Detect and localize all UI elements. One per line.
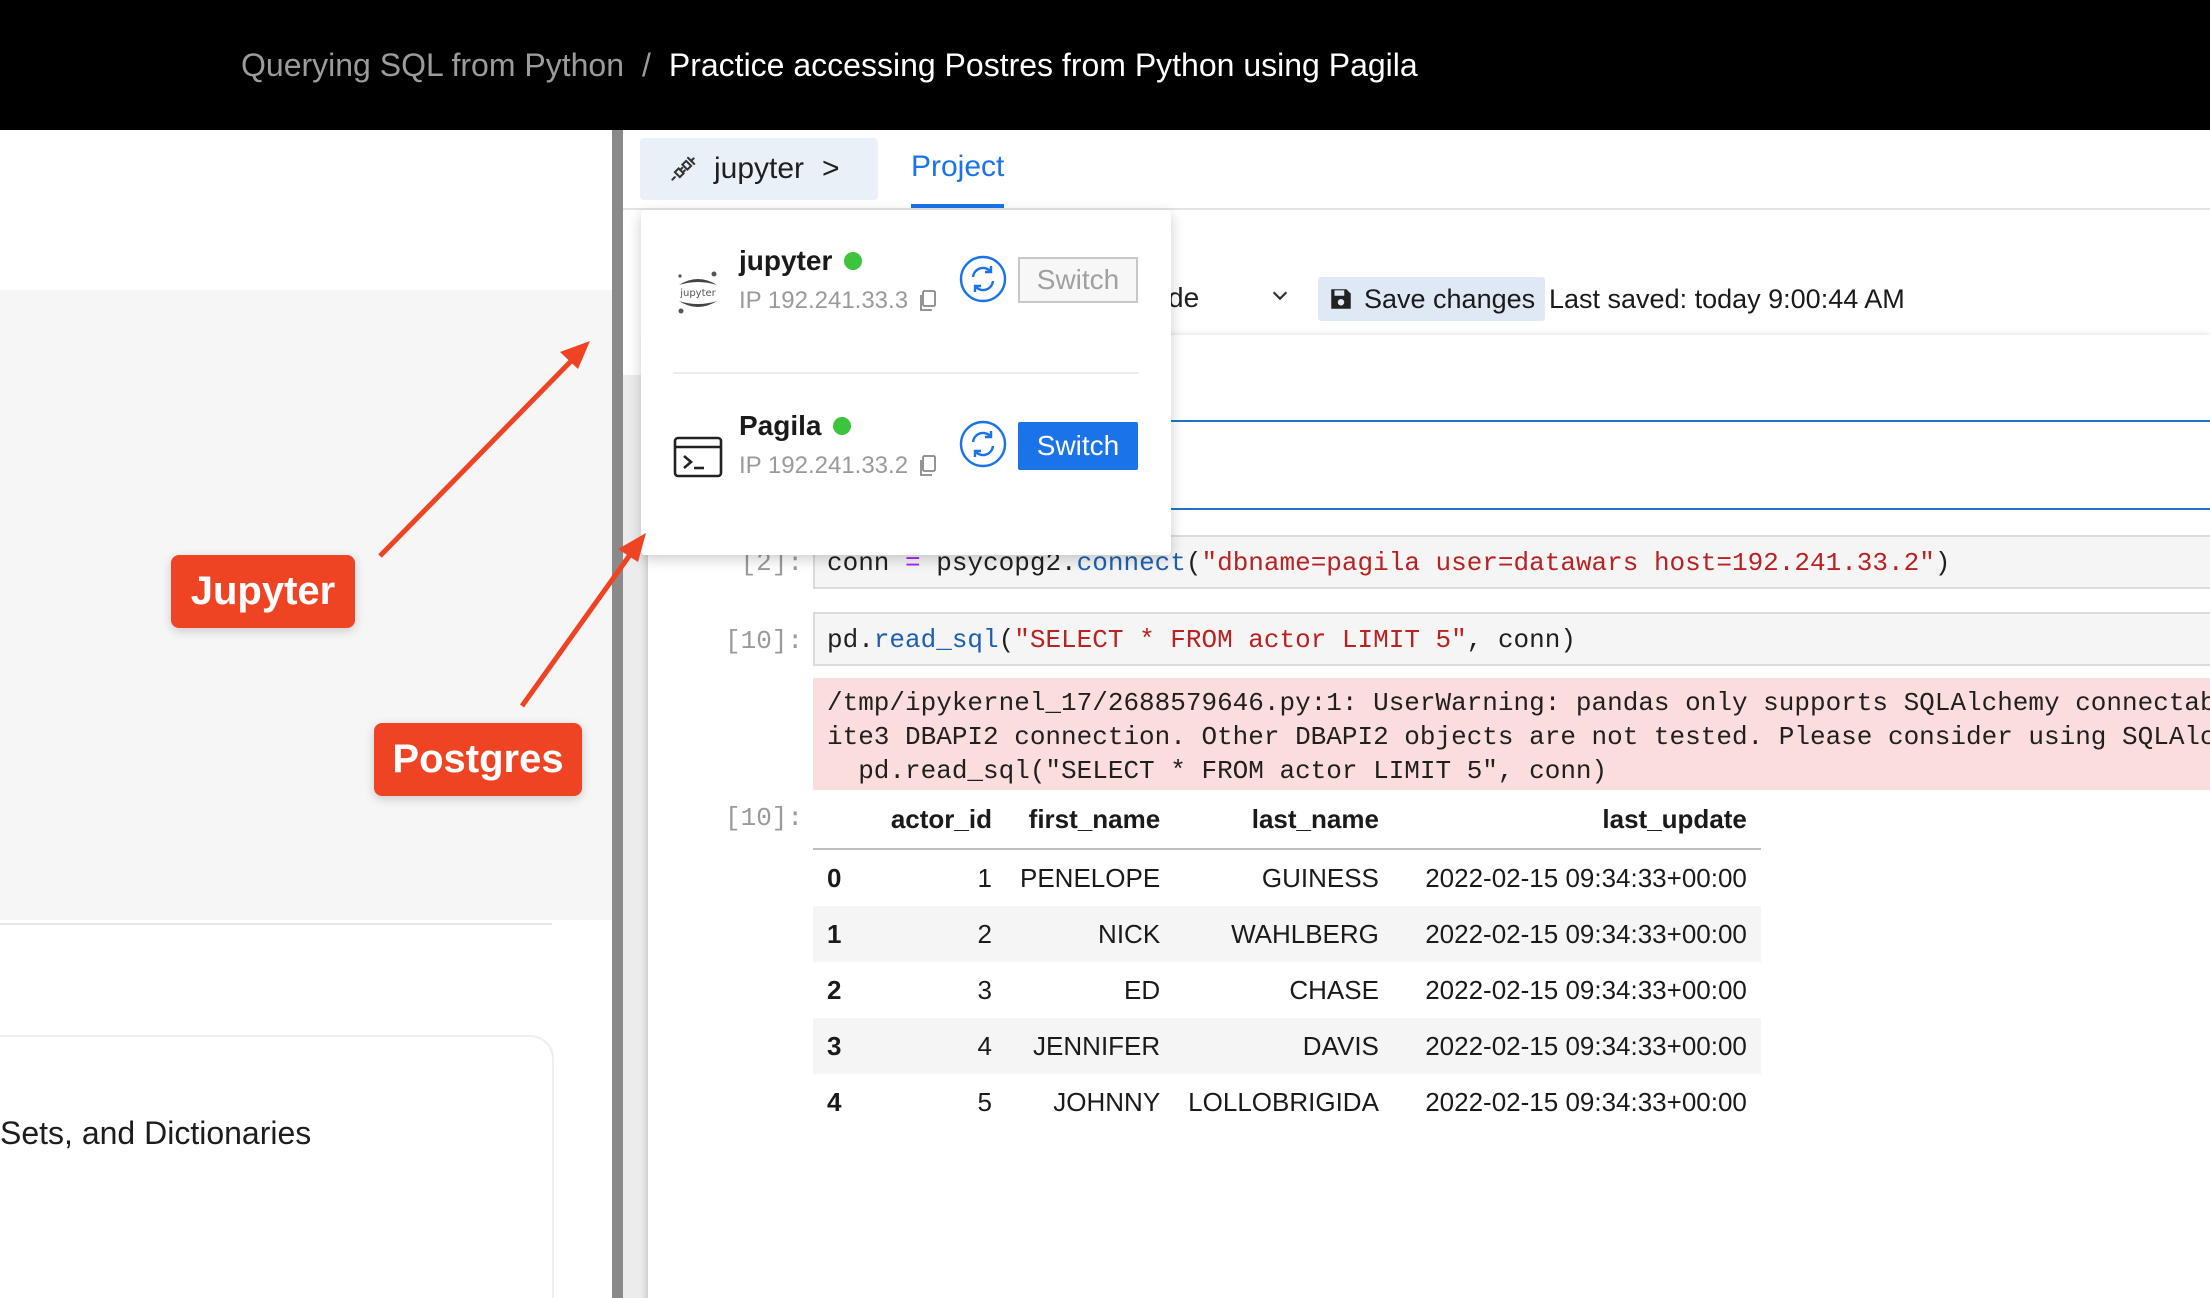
floppy-disk-icon <box>1328 286 1354 312</box>
output-prompt: [10]: <box>724 803 803 833</box>
tab-project-indicator <box>911 204 1004 208</box>
table-row: 0 1 PENELOPE GUINESS 2022-02-15 09:34:33… <box>813 849 1761 906</box>
left-divider <box>0 923 552 925</box>
code-token: "dbname=pagila user=datawars host=192.24… <box>1201 548 1935 578</box>
table-cell: DAVIS <box>1174 1018 1393 1074</box>
table-cell: 2022-02-15 09:34:33+00:00 <box>1392 1018 1761 1074</box>
environment-selector-button[interactable]: jupyter > <box>640 138 878 200</box>
annotation-badge-jupyter: Jupyter <box>171 555 355 628</box>
table-cell: 2022-02-15 09:34:33+00:00 <box>1425 862 1747 893</box>
code-cell-read-sql[interactable]: pd.read_sql("SELECT * FROM actor LIMIT 5… <box>813 612 2210 666</box>
environment-selector-label: jupyter <box>714 152 805 185</box>
table-header-actor-id: actor_id <box>863 790 1006 850</box>
status-online-icon <box>844 252 863 270</box>
environment-dropdown: jupyter jupyter IP 192.241.33.3 Switch P… <box>641 210 1171 555</box>
terminal-icon <box>671 430 725 484</box>
environment-ip: IP 192.241.33.2 <box>739 452 936 480</box>
environment-ip-text: IP 192.241.33.3 <box>739 287 909 314</box>
chevron-down-icon[interactable] <box>1269 282 1291 313</box>
save-changes-button[interactable]: Save changes <box>1318 277 1546 321</box>
environment-item-pagila[interactable]: Pagila IP 192.241.33.2 Switch <box>641 410 1171 540</box>
switch-button[interactable]: Switch <box>1018 422 1138 470</box>
code-token: ( <box>1185 548 1202 578</box>
table-cell: LOLLOBRIGIDA <box>1188 1086 1379 1117</box>
table-cell: 3 <box>977 974 992 1005</box>
lesson-card[interactable] <box>0 1035 554 1298</box>
table-row: 2 3 ED CHASE 2022-02-15 09:34:33+00:00 <box>813 962 1761 1018</box>
table-row: 4 5 JOHNNY LOLLOBRIGIDA 2022-02-15 09:34… <box>813 1074 1761 1130</box>
environment-name: Pagila <box>739 410 852 442</box>
table-cell: JOHNNY <box>1053 1086 1161 1117</box>
copy-icon[interactable] <box>918 455 936 477</box>
last-saved-status: Last saved: today 9:00:44 AM <box>1549 284 1905 314</box>
table-cell: 2022-02-15 09:34:33+00:00 <box>1425 974 1747 1005</box>
table-cell: 4 <box>827 1086 842 1117</box>
table-row: 1 2 NICK WAHLBERG 2022-02-15 09:34:33+00… <box>813 906 1761 962</box>
environment-name-text: jupyter <box>739 245 833 276</box>
page-title: Practice accessing Postres from Python u… <box>668 46 1418 83</box>
refresh-icon[interactable] <box>959 255 1007 303</box>
warning-output: /tmp/ipykernel_17/2688579646.py:1: UserW… <box>813 678 2210 790</box>
table-cell: ED <box>1124 974 1161 1005</box>
table-cell: 3 <box>813 1018 863 1074</box>
tab-bar: jupyter > Project <box>623 130 2210 210</box>
table-cell: NICK <box>1006 906 1175 962</box>
top-bar: Querying SQL from Python / Practice acce… <box>0 0 2210 130</box>
environment-ip: IP 192.241.33.3 <box>739 287 936 315</box>
table-cell: 4 <box>863 1018 1006 1074</box>
table-cell: PENELOPE <box>1020 862 1161 893</box>
plug-icon <box>668 154 698 184</box>
left-panel: Sets, and Dictionaries <box>0 130 612 1298</box>
environment-name-text: Pagila <box>739 410 822 441</box>
cell-prompt: [10]: <box>724 626 803 656</box>
table-header-first-name: first_name <box>1006 790 1175 850</box>
table-header-row: actor_id first_name last_name last_updat… <box>813 790 1761 850</box>
code-token: ( <box>998 625 1015 655</box>
environment-name: jupyter <box>739 245 863 277</box>
chevron-right-icon: > <box>822 152 840 185</box>
environment-item-jupyter[interactable]: jupyter jupyter IP 192.241.33.3 Switch <box>641 245 1171 375</box>
table-cell: JENNIFER <box>1006 1018 1175 1074</box>
switch-button-disabled: Switch <box>1018 257 1138 303</box>
dropdown-divider <box>673 372 1139 374</box>
table-cell: 1 <box>977 862 992 893</box>
lesson-card-title: Sets, and Dictionaries <box>0 1115 312 1151</box>
table-cell: 1 <box>813 906 863 962</box>
table-header-index <box>813 790 863 850</box>
code-token: , conn) <box>1466 625 1576 655</box>
table-cell: 2 <box>863 906 1006 962</box>
table-cell: CHASE <box>1289 974 1379 1005</box>
table-cell: 2022-02-15 09:34:33+00:00 <box>1425 1086 1747 1117</box>
jupyter-logo-icon: jupyter <box>671 265 725 319</box>
mode-select-value[interactable]: de <box>1168 282 1199 314</box>
table-header-last-update: last_update <box>1392 790 1761 850</box>
code-token: read_sql <box>873 625 999 655</box>
breadcrumb-parent-link[interactable]: Querying SQL from Python <box>241 47 624 84</box>
refresh-icon[interactable] <box>959 420 1007 468</box>
dataframe-table: actor_id first_name last_name last_updat… <box>813 790 1761 1130</box>
table-cell: 0 <box>827 862 842 893</box>
annotation-badge-postgres: Postgres <box>374 723 582 796</box>
table-cell: 2022-02-15 09:34:33+00:00 <box>1392 906 1761 962</box>
table-header-last-name: last_name <box>1174 790 1393 850</box>
breadcrumb-separator: / <box>641 46 651 83</box>
code-token: pd. <box>827 625 874 655</box>
panel-splitter[interactable] <box>612 130 623 1298</box>
environment-ip-text: IP 192.241.33.2 <box>739 452 909 479</box>
copy-icon[interactable] <box>918 290 936 312</box>
table-cell: 2 <box>827 974 842 1005</box>
status-online-icon <box>833 417 852 435</box>
table-cell: GUINESS <box>1261 862 1379 893</box>
save-changes-label: Save changes <box>1364 283 1536 314</box>
svg-text:jupyter: jupyter <box>679 288 716 299</box>
code-token: ) <box>1934 548 1951 578</box>
code-token: "SELECT * FROM actor LIMIT 5" <box>1014 625 1467 655</box>
table-cell: 5 <box>977 1086 992 1117</box>
tab-project[interactable]: Project <box>911 150 1004 184</box>
table-cell: WAHLBERG <box>1174 906 1393 962</box>
table-row: 3 4 JENNIFER DAVIS 2022-02-15 09:34:33+0… <box>813 1018 1761 1074</box>
